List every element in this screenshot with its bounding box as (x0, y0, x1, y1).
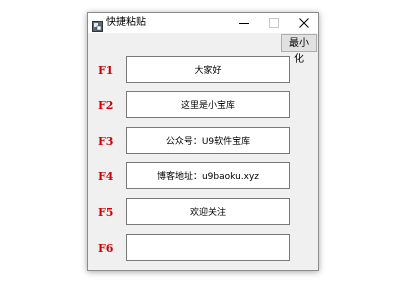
hotkey-label-f1: F1 (98, 64, 114, 77)
app-icon (92, 17, 103, 32)
close-icon (299, 18, 309, 28)
hotkey-label-f5: F5 (98, 206, 114, 219)
paste-slot-f4[interactable]: 博客地址：u9baoku.xyz (126, 162, 290, 189)
paste-slot-f1[interactable]: 大家好 (126, 56, 290, 83)
maximize-button[interactable] (260, 13, 288, 33)
minimize-icon (239, 23, 249, 24)
minimize-button[interactable] (230, 13, 258, 33)
paste-slot-f5[interactable]: 欢迎关注 (126, 198, 290, 225)
close-button[interactable] (290, 13, 318, 33)
hotkey-label-f3: F3 (98, 135, 114, 148)
paste-slot-f6[interactable] (126, 234, 290, 261)
window-title: 快捷粘贴 (106, 17, 146, 28)
title-bar[interactable]: 快捷粘贴 (88, 13, 318, 33)
hotkey-label-f6: F6 (98, 242, 114, 255)
maximize-icon (269, 18, 279, 28)
paste-slot-f3[interactable]: 公众号：U9软件宝库 (126, 127, 290, 154)
minimize-to-tray-button[interactable]: 最小化 (281, 34, 317, 65)
paste-slot-f2[interactable]: 这里是小宝库 (126, 91, 290, 118)
hotkey-label-f4: F4 (98, 170, 114, 183)
hotkey-label-f2: F2 (98, 99, 114, 112)
quick-paste-window: 快捷粘贴 最小化 F1 大家好 F2 这里是小宝库 F3 公众号：U9软件宝库 … (87, 12, 319, 271)
